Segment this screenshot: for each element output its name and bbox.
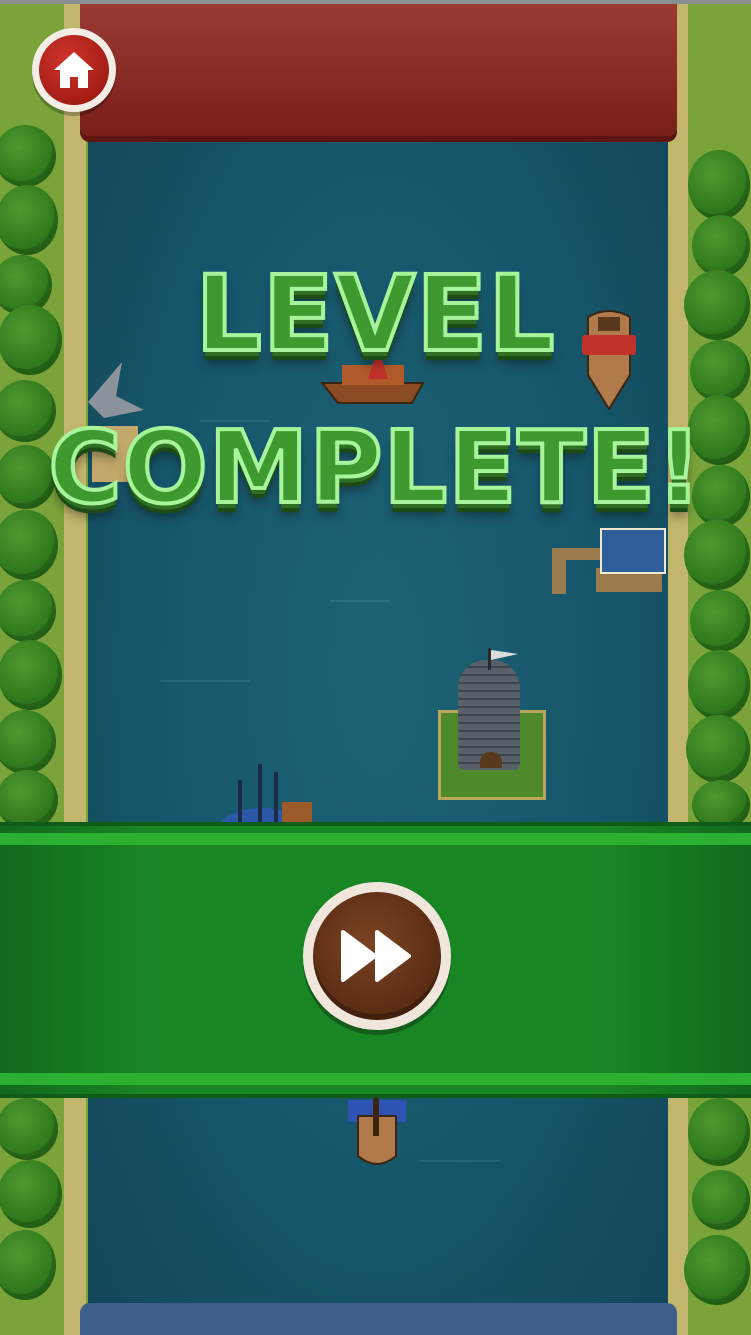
blue-ship <box>216 764 312 826</box>
tower-flag <box>488 648 518 670</box>
tree <box>688 1098 750 1166</box>
red-goal-zone <box>80 4 677 136</box>
water-ripple <box>330 600 390 602</box>
next-level-button[interactable] <box>303 882 451 1030</box>
water-ripple <box>420 1160 500 1162</box>
banner-edge <box>0 822 751 826</box>
wooden-pier <box>552 548 566 594</box>
next-level-button-face <box>313 892 441 1020</box>
tree <box>692 1170 750 1230</box>
water-ripple <box>160 680 250 682</box>
banner-edge <box>0 1094 751 1098</box>
tree <box>0 1160 62 1228</box>
blue-start-zone <box>80 1303 677 1335</box>
player-ship <box>348 1096 406 1165</box>
tree <box>0 640 62 710</box>
banner-stripe <box>0 833 751 845</box>
level-complete-title-line2: COMPLETE! <box>46 409 703 526</box>
tree <box>684 1235 750 1305</box>
tower-door <box>480 752 502 768</box>
fast-forward-icon <box>341 930 411 982</box>
left-path <box>64 4 86 1335</box>
home-button-face <box>39 35 109 105</box>
harbor-house <box>600 528 666 574</box>
tree <box>690 590 750 652</box>
tree <box>686 715 750 783</box>
game-scene: LEVEL COMPLETE! <box>0 0 751 1335</box>
tree <box>688 150 750 220</box>
right-path <box>668 4 688 1335</box>
banner-stripe <box>0 1073 751 1085</box>
home-button[interactable] <box>32 28 116 112</box>
home-icon <box>54 52 94 88</box>
tree <box>684 520 750 590</box>
tree <box>688 650 750 720</box>
level-complete-title-line1: LEVEL <box>193 253 556 375</box>
